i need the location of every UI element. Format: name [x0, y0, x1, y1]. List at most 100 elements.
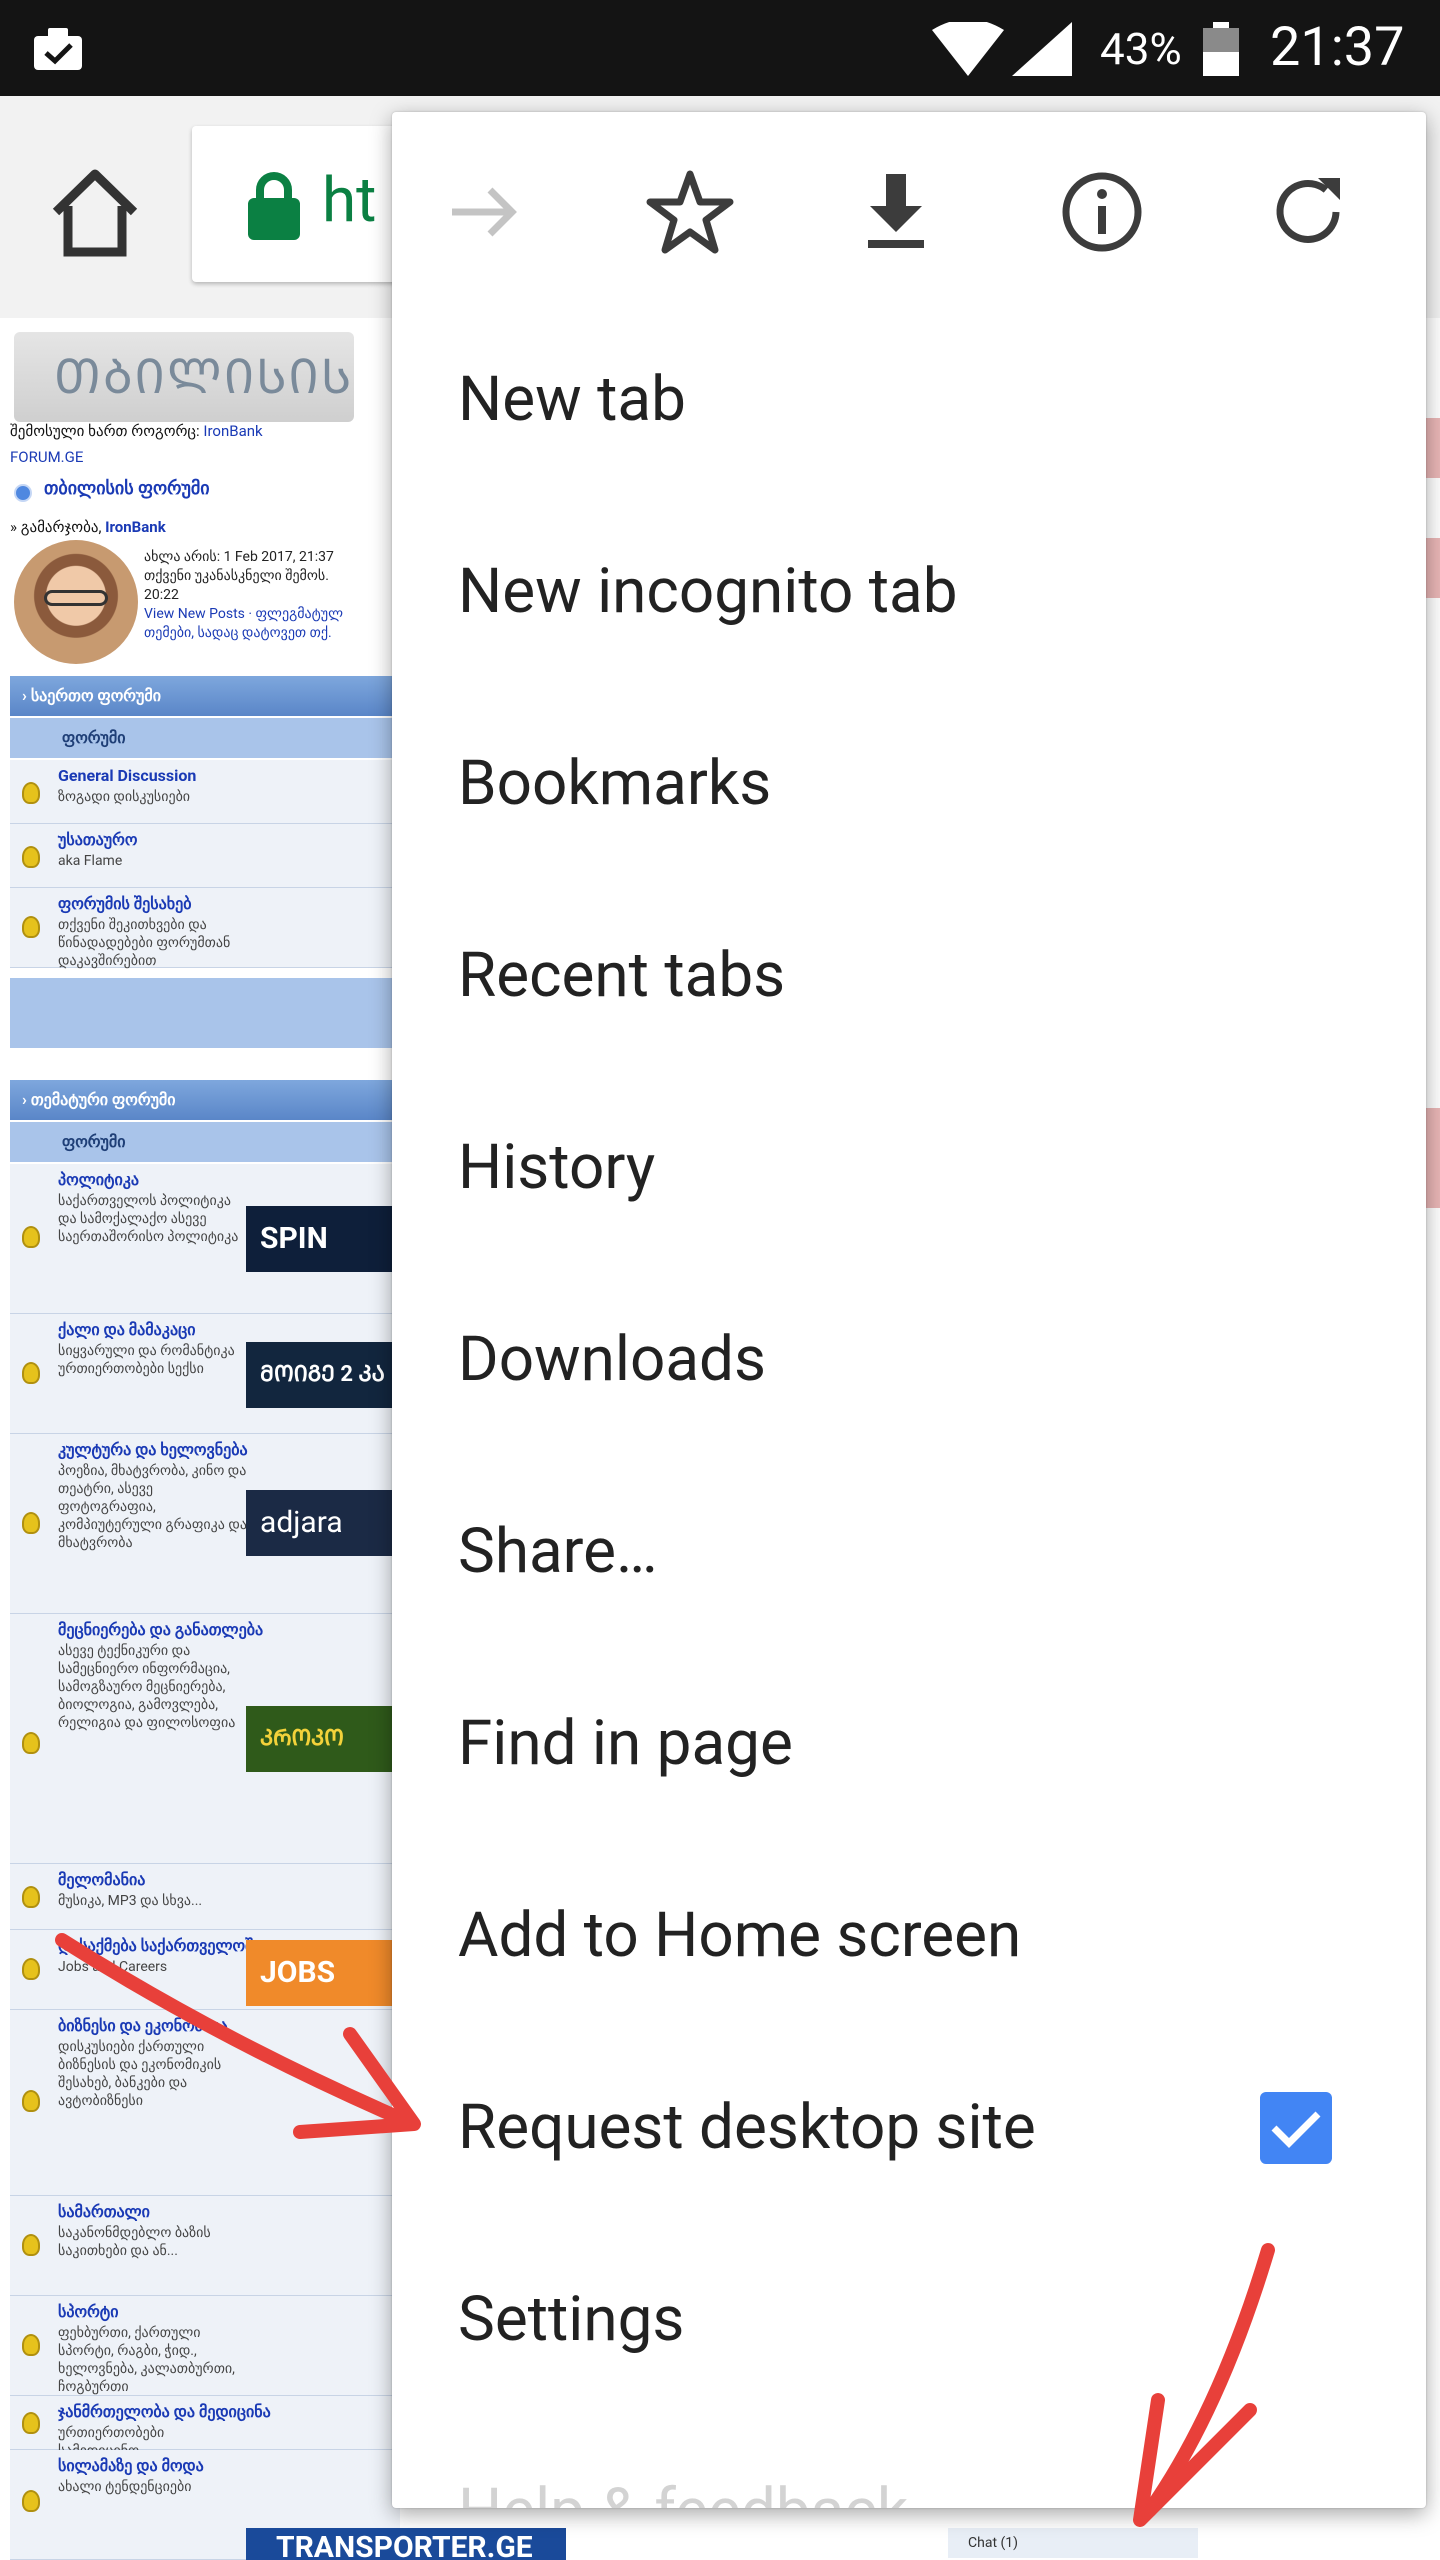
clock: 21:37: [1270, 16, 1405, 79]
table-row[interactable]: მეცნიერება და განათლება ასევე ტექნიკური …: [10, 1614, 406, 1864]
category-header[interactable]: › საერთო ფორუმი: [10, 676, 400, 716]
wifi-icon: [932, 22, 1004, 76]
home-icon[interactable]: [48, 168, 142, 258]
table-row[interactable]: ბიზნესი და ეკონომიკა დისკუსიები ქართული …: [10, 2010, 400, 2196]
ad-banner[interactable]: JOBS: [246, 1940, 406, 2006]
table-row[interactable]: General Discussion ზოგადი დისკუსიები: [10, 760, 400, 824]
forum-desc: საქართველოს პოლიტიკა და სამოქალაქო ასევე…: [58, 1193, 239, 1245]
table-row[interactable]: სპორტი ფეხბურთი, ქართული სპორტი, რაგბი, …: [10, 2296, 400, 2396]
menu-item-help-feedback[interactable]: Help & feedback: [458, 2416, 1358, 2508]
info-line: თქვენი უკანასკნელი შემოს.: [144, 568, 329, 584]
info-line[interactable]: თემები, სადაც დატოვეთ თქ.: [144, 624, 394, 643]
forum-title[interactable]: სამართალი: [58, 2202, 150, 2221]
lightbulb-icon: [22, 2334, 40, 2356]
forum-desc: დისკუსიები ქართული ბიზნესის და ეკონომიკი…: [58, 2039, 222, 2109]
column-header: ფორუმი: [10, 718, 400, 758]
forum-title[interactable]: სილამაზე და მოდა: [58, 2456, 204, 2475]
forum-desc: ფეხბურთი, ქართული სპორტი, რაგბი, ჭიდ., ხ…: [58, 2325, 235, 2395]
forum-desc: სიყვარული და რომანტიკა ურთიერთობები სექს…: [58, 1343, 235, 1377]
avatar: [14, 540, 138, 664]
lightbulb-icon: [22, 1226, 40, 1248]
breadcrumb: » გამარჯობა, IronBank: [10, 518, 166, 536]
forum-title[interactable]: General Discussion: [58, 766, 196, 785]
download-icon[interactable]: [848, 164, 944, 260]
forum-title[interactable]: სპორტი: [58, 2302, 119, 2321]
clipboard-check-icon: [34, 28, 82, 70]
breadcrumb-prefix: » გამარჯობა,: [10, 518, 102, 536]
ad-banner[interactable]: TRANSPORTER.GE: [246, 2528, 566, 2560]
desktop-site-checkbox[interactable]: [1260, 2092, 1332, 2164]
table-row[interactable]: უსათაურო aka Flame: [10, 824, 400, 888]
lightbulb-icon: [22, 782, 40, 804]
url-text: ht: [322, 164, 377, 237]
category-header[interactable]: › თემატური ფორუმი: [10, 1080, 400, 1120]
site-link[interactable]: FORUM.GE: [10, 448, 83, 466]
menu-item-new-tab[interactable]: New tab: [458, 304, 1358, 496]
username-link[interactable]: IronBank: [203, 422, 262, 440]
battery-icon: [1203, 22, 1239, 76]
menu-item-add-to-home-screen[interactable]: Add to Home screen: [458, 1840, 1358, 2032]
forum-title[interactable]: მელომანია: [58, 1870, 145, 1889]
lightbulb-icon: [22, 1512, 40, 1534]
page-info-icon[interactable]: [1054, 164, 1150, 260]
ad-banner[interactable]: ᲙᲠᲝᲙᲝ: [246, 1706, 406, 1772]
board-bullet-icon: [14, 484, 32, 502]
table-row[interactable]: დასაქმება საქართველოში Jobs and Careers …: [10, 1930, 406, 2010]
table-row[interactable]: კულტურა და ხელოვნება პოეზია, მხატვრობა, …: [10, 1434, 406, 1614]
menu-item-settings[interactable]: Settings: [458, 2224, 1358, 2416]
menu-item-recent-tabs[interactable]: Recent tabs: [458, 880, 1358, 1072]
category-footer: [10, 978, 400, 1048]
breadcrumb-user[interactable]: IronBank: [105, 518, 166, 536]
column-header: ფორუმი: [10, 1122, 400, 1162]
forum-title[interactable]: ფორუმის შესახებ: [58, 894, 192, 913]
info-line[interactable]: View New Posts · ფლეგმატულ: [144, 605, 394, 624]
forum-title[interactable]: ბიზნესი და ეკონომიკა: [58, 2016, 228, 2035]
ad-banner[interactable]: ᲛᲝᲘᲒᲔ 2 ᲙᲐ: [246, 1342, 406, 1408]
forum-title[interactable]: პოლიტიკა: [58, 1170, 139, 1189]
forward-icon[interactable]: [436, 164, 532, 260]
status-bar: 43% 21:37: [0, 0, 1440, 96]
forum-desc: მუსიკა, MP3 და სხვა...: [58, 1893, 203, 1909]
lightbulb-icon: [22, 2090, 40, 2112]
lightbulb-icon: [22, 916, 40, 938]
menu-item-bookmarks[interactable]: Bookmarks: [458, 688, 1358, 880]
reload-icon[interactable]: [1260, 164, 1356, 260]
overflow-menu: New tab New incognito tab Bookmarks Rece…: [392, 112, 1426, 2508]
menu-item-share[interactable]: Share…: [458, 1456, 1358, 1648]
table-row[interactable]: ქალი და მამაკაცი სიყვარული და რომანტიკა …: [10, 1314, 406, 1434]
lightbulb-icon: [22, 1362, 40, 1384]
menu-item-history[interactable]: History: [458, 1072, 1358, 1264]
table-row[interactable]: პოლიტიკა საქართველოს პოლიტიკა და სამოქალ…: [10, 1164, 406, 1314]
table-row[interactable]: ფორუმის შესახებ თქვენი შეკითხვები და წინ…: [10, 888, 400, 969]
info-line: ახლა არის: 1 Feb 2017, 21:37: [144, 549, 334, 565]
forum-title[interactable]: კულტურა და ხელოვნება: [58, 1440, 248, 1459]
forum-desc: ზოგადი დისკუსიები: [58, 789, 191, 805]
menu-item-new-incognito-tab[interactable]: New incognito tab: [458, 496, 1358, 688]
signal-icon: [1012, 22, 1072, 76]
ad-banner[interactable]: SPIN: [246, 1206, 406, 1272]
lightbulb-icon: [22, 1958, 40, 1980]
table-row[interactable]: ჯანმრთელობა და მედიცინა ურთიერთობები სამ…: [10, 2396, 400, 2459]
lightbulb-icon: [22, 1886, 40, 1908]
table-row[interactable]: სამართალი საკანონმდებლო ბაზის საკითხები …: [10, 2196, 400, 2296]
lightbulb-icon: [22, 2412, 40, 2434]
bookmark-star-icon[interactable]: [642, 164, 738, 260]
forum-desc: საკანონმდებლო ბაზის საკითხები და ან...: [58, 2225, 211, 2259]
forum-title[interactable]: ჯანმრთელობა და მედიცინა: [58, 2402, 271, 2421]
menu-item-request-desktop-site[interactable]: Request desktop site: [458, 2032, 1358, 2224]
forum-title[interactable]: უსათაურო: [58, 830, 137, 849]
table-row[interactable]: მელომანია მუსიკა, MP3 და სხვა...: [10, 1864, 400, 1930]
board-name[interactable]: თბილისის ფორუმი: [44, 478, 210, 499]
ad-banner[interactable]: adjara: [246, 1490, 406, 1556]
chat-widget[interactable]: Chat (1): [948, 2528, 1198, 2558]
forum-desc: თქვენი შეკითხვები და წინადადებები ფორუმთ…: [58, 917, 231, 969]
lightbulb-icon: [22, 846, 40, 868]
forum-title[interactable]: ქალი და მამაკაცი: [58, 1320, 195, 1339]
forum-desc: aka Flame: [58, 853, 123, 869]
menu-item-find-in-page[interactable]: Find in page: [458, 1648, 1358, 1840]
site-logo: ᲗᲑᲘᲚᲘᲡᲘᲡ: [14, 332, 354, 422]
forum-title[interactable]: დასაქმება საქართველოში: [58, 1936, 262, 1955]
menu-item-downloads[interactable]: Downloads: [458, 1264, 1358, 1456]
forum-title[interactable]: მეცნიერება და განათლება: [58, 1620, 263, 1639]
lightbulb-icon: [22, 2490, 40, 2512]
